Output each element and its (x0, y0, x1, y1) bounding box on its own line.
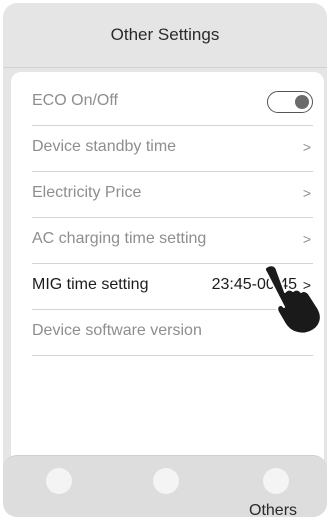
settings-row-label: ECO On/Off (32, 92, 118, 109)
tab-icon-2[interactable] (153, 468, 179, 494)
settings-row-label: Device software version (32, 322, 202, 339)
chevron-right-icon: > (302, 139, 311, 155)
settings-row-label: AC charging time setting (32, 230, 207, 247)
chevron-right-icon: > (302, 185, 311, 201)
pointing-hand-icon (263, 264, 322, 334)
tab-others-label[interactable]: Others (249, 502, 297, 517)
header: Other Settings (3, 3, 327, 68)
tab-icon-1[interactable] (46, 468, 72, 494)
settings-row-electricity-price[interactable]: Electricity Price > (32, 172, 313, 218)
tab-icon-others[interactable] (263, 468, 289, 494)
toggle-knob (295, 94, 309, 109)
chevron-right-icon: > (302, 231, 311, 247)
settings-row-label: Electricity Price (32, 184, 142, 201)
settings-row-label: Device standby time (32, 138, 177, 155)
settings-row-label: MIG time setting (32, 276, 149, 293)
phone-screen: Other Settings ECO On/Off Device standby… (3, 3, 327, 517)
settings-row-eco[interactable]: ECO On/Off (32, 80, 313, 126)
tab-bar: Others (3, 455, 327, 517)
page-title: Other Settings (110, 25, 220, 44)
eco-toggle[interactable] (267, 91, 313, 113)
settings-row-ac-charging-time[interactable]: AC charging time setting > (32, 218, 313, 264)
settings-row-standby-time[interactable]: Device standby time > (32, 126, 313, 172)
